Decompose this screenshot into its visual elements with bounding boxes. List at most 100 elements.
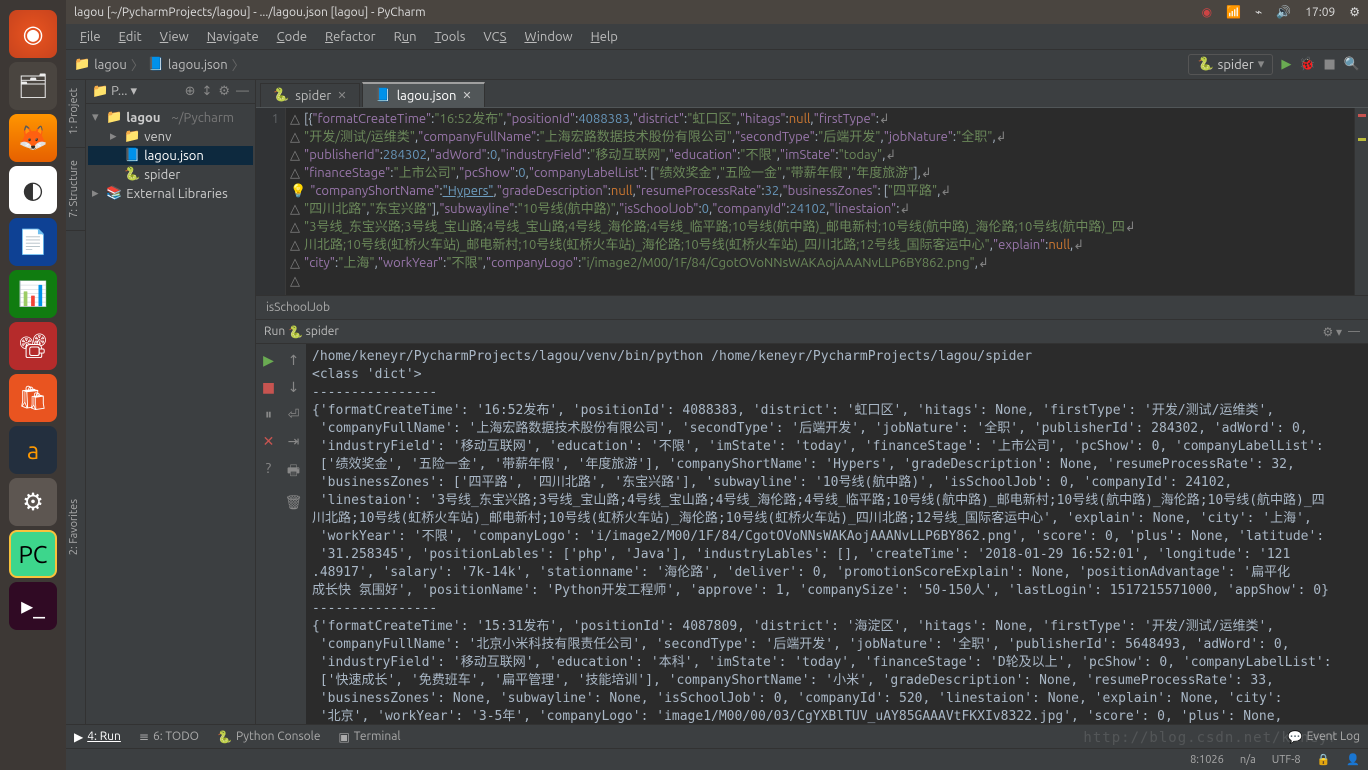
project-header: 📁 P... ▾ ⊕ ↕ ⚙ — bbox=[86, 80, 255, 104]
bottom-run-tab[interactable]: ▶ 4: Run bbox=[74, 730, 121, 744]
run-body: ▶ ■ ⏸ ✕ ? ↑ ↓ ⏎ ⇥ 🖶 🗑 bbox=[256, 344, 1368, 724]
error-stripe bbox=[1354, 108, 1368, 295]
chrome-icon[interactable]: ◐ bbox=[9, 166, 57, 214]
wrap-icon[interactable]: ⏎ bbox=[288, 406, 300, 423]
project-autoscroll-icon[interactable]: ↕ bbox=[201, 84, 212, 99]
ubuntu-launcher: ◉ 🗂 🦊 ◐ 📄 📊 📽 🛍 a ⚙ PC ▸_ bbox=[0, 0, 66, 770]
menu-edit[interactable]: Edit bbox=[111, 28, 150, 46]
left-tool-gutter: 1: Project 7: Structure 2: Favorites bbox=[66, 80, 86, 724]
close-run-icon[interactable]: ✕ bbox=[263, 433, 275, 450]
menu-tools[interactable]: Tools bbox=[427, 28, 474, 46]
close-icon[interactable]: ✕ bbox=[337, 89, 346, 102]
menu-vcs[interactable]: VCS bbox=[475, 28, 514, 46]
code-editor[interactable]: 1 △[{"formatCreateTime": "16:52发布", "pos… bbox=[256, 108, 1368, 295]
project-settings-icon[interactable]: ⚙ bbox=[218, 84, 230, 99]
tray-battery-icon[interactable]: ⌁ bbox=[1255, 5, 1262, 19]
scroll-end-icon[interactable]: ⇥ bbox=[288, 433, 300, 450]
status-inspection-icon[interactable]: 👤 bbox=[1346, 753, 1360, 766]
structure-tool-tab[interactable]: 7: Structure bbox=[66, 152, 82, 226]
rerun-icon[interactable]: ▶ bbox=[263, 352, 274, 369]
library-icon: 📚 bbox=[106, 186, 122, 201]
chevron-down-icon: ▾ bbox=[1258, 57, 1265, 72]
pause-icon[interactable]: ⏸ bbox=[265, 406, 272, 423]
project-hide-icon[interactable]: — bbox=[236, 84, 249, 99]
stop-button[interactable]: ■ bbox=[1324, 57, 1336, 72]
editor-tabs: 🐍spider✕ 📘lagou.json✕ bbox=[256, 80, 1368, 108]
menu-help[interactable]: Help bbox=[583, 28, 626, 46]
code-content[interactable]: △[{"formatCreateTime": "16:52发布", "posit… bbox=[286, 108, 1354, 295]
pycharm-icon[interactable]: PC bbox=[9, 530, 57, 578]
project-tree: ▾📁 lagou ~/Pycharm ▸📁 venv 📘 lagou.json … bbox=[86, 104, 255, 207]
window-title: lagou [~/PycharmProjects/lagou] - .../la… bbox=[74, 6, 1202, 19]
ubuntu-software-icon[interactable]: 🛍 bbox=[9, 374, 57, 422]
files-icon[interactable]: 🗂 bbox=[9, 62, 57, 110]
line-gutter: 1 bbox=[256, 108, 286, 295]
bottom-python-console-tab[interactable]: 🐍 Python Console bbox=[217, 730, 320, 744]
run-target: spider bbox=[306, 325, 339, 338]
tab-lagou-json[interactable]: 📘lagou.json✕ bbox=[362, 82, 485, 107]
run-settings-icon[interactable]: ⚙ ▾ bbox=[1323, 325, 1343, 339]
settings-icon[interactable]: ⚙ bbox=[9, 478, 57, 526]
run-config-select[interactable]: 🐍spider▾ bbox=[1188, 54, 1273, 75]
run-button[interactable]: ▶ bbox=[1281, 57, 1291, 72]
tree-venv[interactable]: ▸📁 venv bbox=[88, 127, 253, 146]
terminal-icon[interactable]: ▸_ bbox=[9, 582, 57, 630]
project-view-select[interactable]: 📁 P... ▾ bbox=[92, 84, 137, 99]
breadcrumb-folder-icon: 📁 bbox=[74, 57, 90, 72]
breadcrumb-separator: 〉 bbox=[232, 55, 245, 74]
close-icon[interactable]: ✕ bbox=[462, 89, 471, 102]
menu-navigate[interactable]: Navigate bbox=[199, 28, 267, 46]
favorites-tool-tab[interactable]: 2: Favorites bbox=[66, 491, 82, 563]
tree-lagou-json[interactable]: 📘 lagou.json bbox=[88, 146, 253, 165]
menu-run[interactable]: Run bbox=[386, 28, 425, 46]
clear-icon[interactable]: 🗑 bbox=[285, 494, 303, 511]
tray-record-icon[interactable]: ◉ bbox=[1202, 5, 1212, 19]
breadcrumb-root[interactable]: lagou bbox=[94, 58, 127, 72]
tray-time[interactable]: 17:09 bbox=[1305, 6, 1335, 19]
breadcrumb-separator: 〉 bbox=[131, 55, 144, 74]
status-selection: n/a bbox=[1240, 754, 1256, 766]
tray-gear-icon[interactable]: ⚙ bbox=[1349, 5, 1360, 19]
run-output[interactable]: /home/keneyr/PycharmProjects/lagou/venv/… bbox=[306, 344, 1368, 724]
help-icon[interactable]: ? bbox=[266, 460, 271, 476]
stop-run-icon[interactable]: ■ bbox=[262, 379, 275, 396]
ubuntu-dash-icon[interactable]: ◉ bbox=[9, 10, 57, 58]
status-lock-icon[interactable]: 🔒 bbox=[1317, 753, 1331, 766]
tray-volume-icon[interactable]: 🔊 bbox=[1276, 5, 1291, 19]
tab-spider[interactable]: 🐍spider✕ bbox=[260, 83, 360, 107]
ide-body: 1: Project 7: Structure 2: Favorites 📁 P… bbox=[66, 80, 1368, 724]
tree-spider[interactable]: 🐍 spider bbox=[88, 165, 253, 184]
menu-window[interactable]: Window bbox=[516, 28, 580, 46]
status-cursor-pos: 8:1026 bbox=[1190, 754, 1224, 766]
run-hide-icon[interactable]: — bbox=[1348, 325, 1360, 339]
firefox-icon[interactable]: 🦊 bbox=[9, 114, 57, 162]
tree-project-root[interactable]: ▾📁 lagou ~/Pycharm bbox=[88, 108, 253, 127]
project-tool-tab[interactable]: 1: Project bbox=[66, 80, 82, 143]
status-encoding[interactable]: UTF-8 bbox=[1272, 754, 1301, 766]
libreoffice-calc-icon[interactable]: 📊 bbox=[9, 270, 57, 318]
tray-network-icon[interactable]: 📶 bbox=[1226, 5, 1241, 19]
print-icon[interactable]: 🖶 bbox=[287, 460, 300, 484]
libreoffice-writer-icon[interactable]: 📄 bbox=[9, 218, 57, 266]
amazon-icon[interactable]: a bbox=[9, 426, 57, 474]
menu-code[interactable]: Code bbox=[269, 28, 315, 46]
project-collapse-icon[interactable]: ⊕ bbox=[185, 84, 196, 99]
debug-button[interactable]: 🐞 bbox=[1299, 57, 1315, 72]
menu-file[interactable]: File bbox=[72, 28, 109, 46]
search-everywhere-button[interactable]: 🔍 bbox=[1344, 57, 1360, 72]
up-trace-icon[interactable]: ↑ bbox=[288, 352, 300, 369]
json-file-icon: 📘 bbox=[124, 148, 140, 163]
editor-area: 🐍spider✕ 📘lagou.json✕ 1 △[{"formatCreate… bbox=[256, 80, 1368, 724]
window-titlebar: lagou [~/PycharmProjects/lagou] - .../la… bbox=[66, 0, 1368, 24]
breadcrumb-json-key[interactable]: isSchoolJob bbox=[266, 301, 330, 314]
breadcrumb-file[interactable]: lagou.json bbox=[168, 58, 228, 72]
down-trace-icon[interactable]: ↓ bbox=[288, 379, 300, 396]
system-tray: ◉ 📶 ⌁ 🔊 17:09 ⚙ bbox=[1202, 5, 1360, 19]
bottom-todo-tab[interactable]: ≡ 6: TODO bbox=[139, 730, 199, 744]
bottom-terminal-tab[interactable]: ▣ Terminal bbox=[338, 730, 400, 744]
libreoffice-impress-icon[interactable]: 📽 bbox=[9, 322, 57, 370]
menu-refactor[interactable]: Refactor bbox=[317, 28, 384, 46]
tree-external-libs[interactable]: ▸📚 External Libraries bbox=[88, 184, 253, 203]
watermark: http://blog.csdn.net/keneyr bbox=[1083, 730, 1338, 746]
menu-view[interactable]: View bbox=[152, 28, 197, 46]
